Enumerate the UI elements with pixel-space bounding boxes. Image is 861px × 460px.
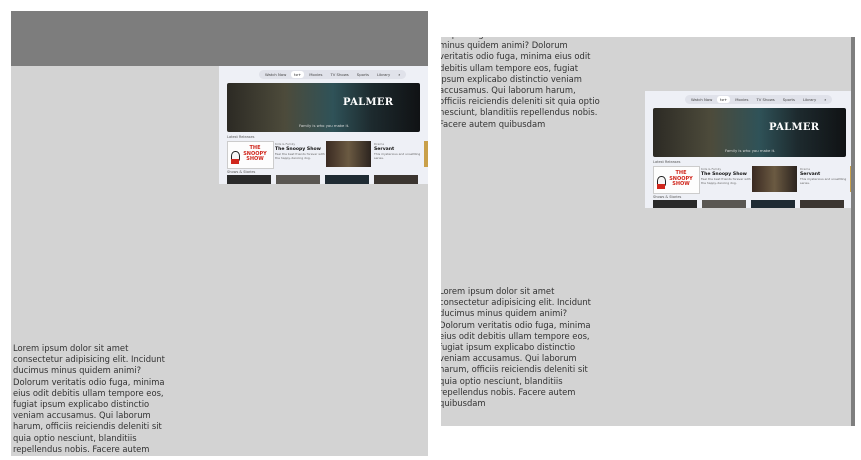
tv-nav-item[interactable]: Watch Now [688,96,715,103]
search-icon[interactable]: ⌕ [395,71,403,78]
left-preview-panel: Watch Now tv+ Movies TV Shows Sports Lib… [11,11,428,456]
show-info: Kids & Family The Snoopy Show Feel the b… [275,142,325,160]
show-genre: Kids & Family [701,167,722,171]
show-info: Drama Servant This mysterious and unsett… [800,167,850,185]
show-thumbnail[interactable] [751,200,795,208]
preview-header-bar [11,11,428,66]
show-description: Feel the best friends forever with the h… [701,177,751,185]
show-thumbnail[interactable] [702,200,746,208]
servant-show-card[interactable] [326,141,371,167]
servant-show-card[interactable] [752,166,797,192]
tv-nav-bar: Watch Now tv+ Movies TV Shows Sports Lib… [685,95,833,104]
tv-nav-item-active[interactable]: tv+ [717,96,731,103]
section-heading: Shows & Stories [227,170,256,174]
apple-tv-screenshot: Watch Now tv+ Movies TV Shows Sports Lib… [219,66,428,184]
tv-nav-item[interactable]: Library [800,96,819,103]
lorem-paragraph: Lorem ipsum dolor sit amet consectetur a… [441,286,591,409]
show-thumbnail[interactable] [276,175,320,184]
tv-nav-item[interactable]: Watch Now [262,71,289,78]
lorem-paragraph: Lorem ipsum dolor sit amet consectetur a… [13,343,165,456]
tv-nav-item[interactable]: TV Shows [327,71,351,78]
tv-nav-item[interactable]: Movies [732,96,751,103]
tv-nav-item[interactable]: Sports [780,96,798,103]
show-thumbnail[interactable] [325,175,369,184]
show-description: Feel the best friends forever with the h… [275,152,325,160]
hero-banner[interactable]: PALMER Family is who you make it. [227,83,420,132]
show-thumbnail[interactable] [374,175,418,184]
show-thumbnail[interactable] [227,175,271,184]
hero-banner[interactable]: PALMER Family is who you make it. [653,108,846,157]
show-info: Kids & Family The Snoopy Show Feel the b… [701,167,751,185]
partial-show-card[interactable] [424,141,428,167]
snoopy-show-card[interactable]: THE SNOOPY SHOW [653,166,700,194]
lorem-paragraph-top: adipisicing elit. Incidunt ducimus minus… [441,37,600,129]
show-thumbnail[interactable] [653,200,697,208]
search-icon[interactable]: ⌕ [821,96,829,103]
show-genre: Drama [800,167,811,171]
tv-nav-bar: Watch Now tv+ Movies TV Shows Sports Lib… [259,70,407,79]
section-heading: Latest Releases [653,160,681,164]
section-heading: Latest Releases [227,135,255,139]
tv-nav-item[interactable]: TV Shows [753,96,777,103]
snoopy-logo: THE SNOOPY SHOW [243,145,267,162]
tv-nav-item-active[interactable]: tv+ [291,71,305,78]
show-genre: Kids & Family [275,142,296,146]
snoopy-logo: THE SNOOPY SHOW [669,170,693,187]
apple-tv-screenshot: Watch Now tv+ Movies TV Shows Sports Lib… [645,91,855,208]
hero-title: PALMER [343,97,394,108]
show-genre: Drama [374,142,385,146]
show-thumbnail[interactable] [800,200,844,208]
tv-nav-item[interactable]: Sports [354,71,372,78]
show-description: This mysterious and unsettling series. [800,177,847,185]
section-heading: Shows & Stories [653,195,682,199]
hero-subtitle: Family is who you make it. [725,148,776,153]
snoopy-show-card[interactable]: THE SNOOPY SHOW [227,141,274,169]
hero-title: PALMER [769,122,820,133]
hero-subtitle: Family is who you make it. [299,123,350,128]
scrollbar[interactable] [851,37,855,426]
show-description: This mysterious and unsettling series. [374,152,421,160]
right-preview-panel: adipisicing elit. Incidunt ducimus minus… [441,37,855,426]
tv-nav-item[interactable]: Movies [306,71,325,78]
tv-nav-item[interactable]: Library [374,71,393,78]
show-info: Drama Servant This mysterious and unsett… [374,142,424,160]
